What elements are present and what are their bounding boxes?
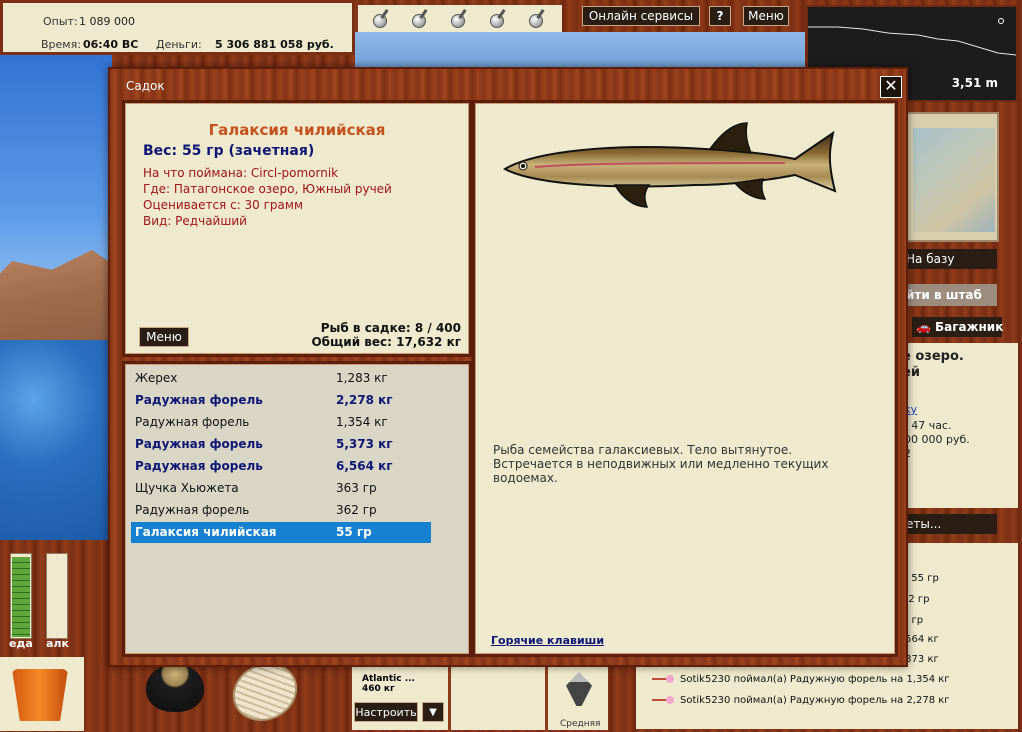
car-icon: 🚗 bbox=[916, 320, 931, 334]
fish-list-name: Галаксия чилийская bbox=[135, 525, 277, 539]
map-terrain bbox=[913, 128, 995, 232]
chat-message: Sotik5230 поймал(а) Радужную форель на 2… bbox=[652, 694, 950, 706]
fish-info-panel: Галаксия чилийская Вес: 55 гр (зачетная)… bbox=[122, 100, 472, 357]
scene-sky-strip bbox=[355, 32, 805, 72]
fish-list-row[interactable]: Радужная форель 1,354 кг bbox=[131, 412, 431, 433]
empty-equipment-slot[interactable] bbox=[451, 662, 545, 730]
bucket-icon bbox=[12, 669, 68, 721]
fish-valued-from: Оценивается с: 30 грамм bbox=[143, 198, 303, 212]
scene-background bbox=[0, 40, 112, 540]
fish-location: Где: Патагонское озеро, Южный ручей bbox=[143, 182, 392, 196]
fish-list-weight: 5,373 кг bbox=[336, 437, 393, 451]
lure-equipment-slot[interactable]: Средняя bbox=[548, 662, 608, 730]
fish-list-row[interactable]: Галаксия чилийская 55 гр bbox=[131, 522, 431, 543]
food-label: еда bbox=[9, 637, 33, 650]
location-time: : 47 час. bbox=[904, 419, 952, 432]
fish-list-row[interactable]: Щучка Хьюжета 363 гр bbox=[131, 478, 431, 499]
fish-rarity: Вид: Редчайший bbox=[143, 214, 247, 228]
close-button[interactable]: ✕ bbox=[880, 76, 902, 98]
fish-list-weight: 6,564 кг bbox=[336, 459, 393, 473]
bucket-slot[interactable] bbox=[0, 657, 84, 731]
keepnet-count: Рыб в садке: 8 / 400 bbox=[320, 321, 461, 335]
tackle-weight: 460 кг bbox=[362, 684, 395, 694]
lure-slot-icon[interactable] bbox=[370, 8, 394, 30]
go-to-base-button[interactable]: На базу bbox=[902, 249, 997, 269]
fish-menu-button[interactable]: Меню bbox=[139, 327, 189, 347]
go-to-hq-button[interactable]: йти в штаб bbox=[902, 284, 997, 306]
close-icon: ✕ bbox=[884, 76, 898, 95]
fish-list-row[interactable]: Радужная форель 5,373 кг bbox=[131, 434, 431, 455]
fish-list-row[interactable]: Жерех 1,283 кг bbox=[131, 368, 431, 389]
hotkeys-link[interactable]: Горячие клавиши bbox=[491, 634, 604, 647]
fish-list-name: Радужная форель bbox=[135, 459, 263, 473]
money-label: Деньги: bbox=[156, 38, 202, 51]
spinner-lure-icon bbox=[566, 672, 592, 706]
fish-list-name: Радужная форель bbox=[135, 415, 250, 429]
bait-pot-icon[interactable] bbox=[146, 664, 204, 712]
fish-illustration bbox=[502, 122, 837, 208]
online-services-button[interactable]: Онлайн сервисы bbox=[582, 6, 700, 26]
fish-list-row[interactable]: Радужная форель 362 гр bbox=[131, 500, 431, 521]
food-gauge bbox=[10, 553, 32, 639]
help-button[interactable]: ? bbox=[709, 6, 731, 26]
fish-list-name: Жерех bbox=[135, 371, 178, 385]
location-info-panel: е озеро. ей ку : 47 час. 00 000 руб. 2 bbox=[902, 343, 1018, 508]
fish-list-name: Щучка Хьюжета bbox=[135, 481, 239, 495]
money-value: 5 306 881 058 руб. bbox=[215, 38, 334, 51]
time-value: 06:40 ВС bbox=[83, 38, 139, 51]
chat-message-text: Sotik5230 поймал(а) Радужную форель на 2… bbox=[680, 695, 950, 706]
food-gauge-fill bbox=[12, 556, 30, 637]
fish-list-name: Радужная форель bbox=[135, 437, 263, 451]
setup-button[interactable]: Настроить bbox=[354, 702, 418, 722]
player-stats-panel: Опыт: 1 089 000 Время: 06:40 ВС Деньги: … bbox=[0, 0, 355, 55]
chat-message-text: Sotik5230 поймал(а) Радужную форель на 1… bbox=[680, 674, 950, 685]
exp-value: 1 089 000 bbox=[79, 15, 135, 28]
fish-list-row[interactable]: Радужная форель 2,278 кг bbox=[131, 390, 431, 411]
fish-list-weight: 2,278 кг bbox=[336, 393, 393, 407]
fish-catch-icon bbox=[652, 673, 674, 685]
lure-slot-icon[interactable] bbox=[487, 8, 511, 30]
tackle-name: Atlantic ... bbox=[362, 674, 415, 684]
fish-catch-icon bbox=[652, 694, 674, 706]
scene-water bbox=[0, 340, 112, 540]
setup-dropdown-arrow[interactable]: ▼ bbox=[422, 702, 444, 722]
location-price: 00 000 руб. bbox=[904, 433, 970, 446]
lure-slot-icon[interactable] bbox=[448, 8, 472, 30]
fish-preview-panel: Рыба семейства галаксиевых. Тело вытянут… bbox=[472, 100, 898, 657]
fish-caught-on: На что поймана: Circl-pomornik bbox=[143, 166, 339, 180]
alcohol-label: алк bbox=[46, 637, 69, 650]
fish-list-name: Радужная форель bbox=[135, 503, 250, 517]
lure-slot-icon[interactable] bbox=[526, 8, 550, 30]
trunk-button[interactable]: 🚗 Багажник bbox=[912, 317, 1004, 337]
lure-caption: Средняя bbox=[560, 719, 601, 729]
keepnet-total-weight: Общий вес: 17,632 кг bbox=[311, 335, 461, 349]
fish-list-weight: 1,354 кг bbox=[336, 415, 388, 429]
fish-name: Галаксия чилийская bbox=[208, 121, 386, 139]
time-label: Время: bbox=[41, 38, 81, 51]
fish-list-weight: 55 гр bbox=[336, 525, 372, 539]
dialog-title: Садок bbox=[126, 79, 165, 93]
lure-slot-icon[interactable] bbox=[409, 8, 433, 30]
alcohol-gauge bbox=[46, 553, 68, 639]
fish-list-weight: 363 гр bbox=[336, 481, 377, 495]
fish-weight: Вес: 55 гр (зачетная) bbox=[143, 143, 315, 159]
lure-quick-slots bbox=[358, 5, 562, 32]
keepnet-dialog: Садок ✕ Галаксия чилийская Вес: 55 гр (з… bbox=[108, 67, 908, 667]
place-name-line1: е озеро. bbox=[902, 349, 964, 364]
exp-label: Опыт: bbox=[43, 15, 78, 28]
main-menu-button[interactable]: Меню bbox=[743, 6, 789, 26]
more-button[interactable]: еты... bbox=[902, 514, 997, 534]
fish-list-row[interactable]: Радужная форель 6,564 кг bbox=[131, 456, 431, 477]
keepnet-fish-list: Жерех 1,283 кг Радужная форель 2,278 кг Раду… bbox=[122, 361, 472, 657]
trunk-label: Багажник bbox=[934, 320, 1004, 334]
distance-readout: 3,51 m bbox=[951, 76, 998, 90]
fish-list-name: Радужная форель bbox=[135, 393, 263, 407]
fish-description: Рыба семейства галаксиевых. Тело вытянут… bbox=[493, 443, 829, 485]
chat-message: Sotik5230 поймал(а) Радужную форель на 1… bbox=[652, 673, 950, 685]
fish-list-weight: 362 гр bbox=[336, 503, 377, 517]
player-gauges: еда алк bbox=[0, 541, 86, 655]
location-map[interactable] bbox=[905, 112, 999, 242]
fish-list-weight: 1,283 кг bbox=[336, 371, 388, 385]
